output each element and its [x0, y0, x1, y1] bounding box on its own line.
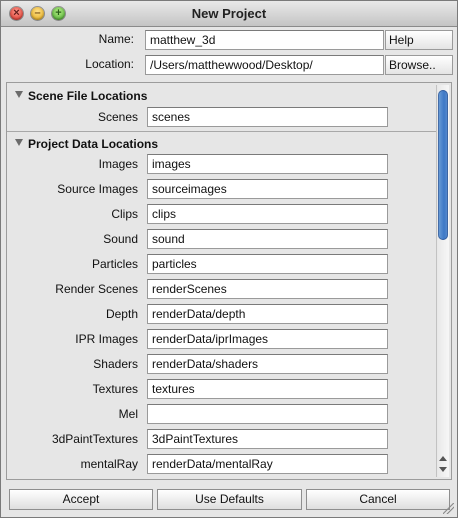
new-project-window: × – + New Project Name: matthew_3d Help … — [0, 0, 458, 518]
location-row-input[interactable]: renderData/iprImages — [147, 329, 388, 349]
location-row-label: IPR Images — [75, 332, 138, 346]
location-label: Location: — [85, 57, 134, 71]
project-data-locations-header[interactable]: Project Data Locations — [7, 133, 435, 153]
location-row-label: Clips — [111, 207, 138, 221]
location-row-input[interactable]: clips — [147, 204, 388, 224]
accept-button[interactable]: Accept — [9, 489, 153, 510]
section-divider — [7, 131, 437, 132]
location-row-label: Render Scenes — [55, 282, 138, 296]
location-row-label: Mel — [118, 407, 138, 421]
location-row-input[interactable]: particles — [147, 254, 388, 274]
location-row-label: Particles — [91, 257, 138, 271]
window-title: New Project — [191, 6, 267, 21]
collapse-triangle-icon[interactable] — [15, 139, 23, 146]
resize-grip-icon[interactable] — [443, 503, 454, 514]
vertical-scrollbar[interactable] — [436, 85, 449, 477]
scene-file-locations-header[interactable]: Scene File Locations — [7, 85, 435, 105]
use-defaults-button[interactable]: Use Defaults — [157, 489, 302, 510]
location-row-input[interactable]: renderScenes — [147, 279, 388, 299]
scroll-up-arrow-icon[interactable] — [439, 456, 447, 461]
location-row-input[interactable]: sourceimages — [147, 179, 388, 199]
location-row-input[interactable]: 3dPaintTextures — [147, 429, 388, 449]
title-bar: × – + New Project — [1, 1, 457, 27]
location-row-label: Shaders — [93, 357, 138, 371]
collapse-triangle-icon[interactable] — [15, 91, 23, 98]
location-row-label: Depth — [105, 307, 138, 321]
browse-button[interactable]: Browse.. — [385, 55, 453, 75]
project-name-input[interactable]: matthew_3d — [145, 30, 384, 50]
help-button[interactable]: Help — [385, 30, 453, 50]
location-row-label: Textures — [92, 382, 138, 396]
location-row-input[interactable]: sound — [147, 229, 388, 249]
location-row-input[interactable]: scenes — [147, 107, 388, 127]
location-row-label: Source Images — [57, 182, 138, 196]
location-row-input[interactable]: images — [147, 154, 388, 174]
location-row-label: mentalRay — [80, 457, 138, 471]
location-row-input[interactable]: renderData/mentalRay — [147, 454, 388, 474]
cancel-button[interactable]: Cancel — [306, 489, 450, 510]
name-label: Name: — [98, 32, 134, 46]
location-row-label: Sound — [103, 232, 138, 246]
location-row-input[interactable]: renderData/depth — [147, 304, 388, 324]
location-row-input[interactable]: textures — [147, 379, 388, 399]
location-row-label: 3dPaintTextures — [51, 432, 138, 446]
location-row-input[interactable] — [147, 404, 388, 424]
locations-panel: Scene File Locations Scenes scenes Projec… — [6, 82, 452, 480]
location-row-label: Scenes — [97, 110, 138, 124]
location-row-input[interactable]: renderData/shaders — [147, 354, 388, 374]
scrollbar-thumb[interactable] — [438, 90, 448, 240]
project-location-input[interactable]: /Users/matthewwood/Desktop/ — [145, 55, 384, 75]
scroll-down-arrow-icon[interactable] — [439, 467, 447, 472]
location-row-label: Images — [98, 157, 138, 171]
